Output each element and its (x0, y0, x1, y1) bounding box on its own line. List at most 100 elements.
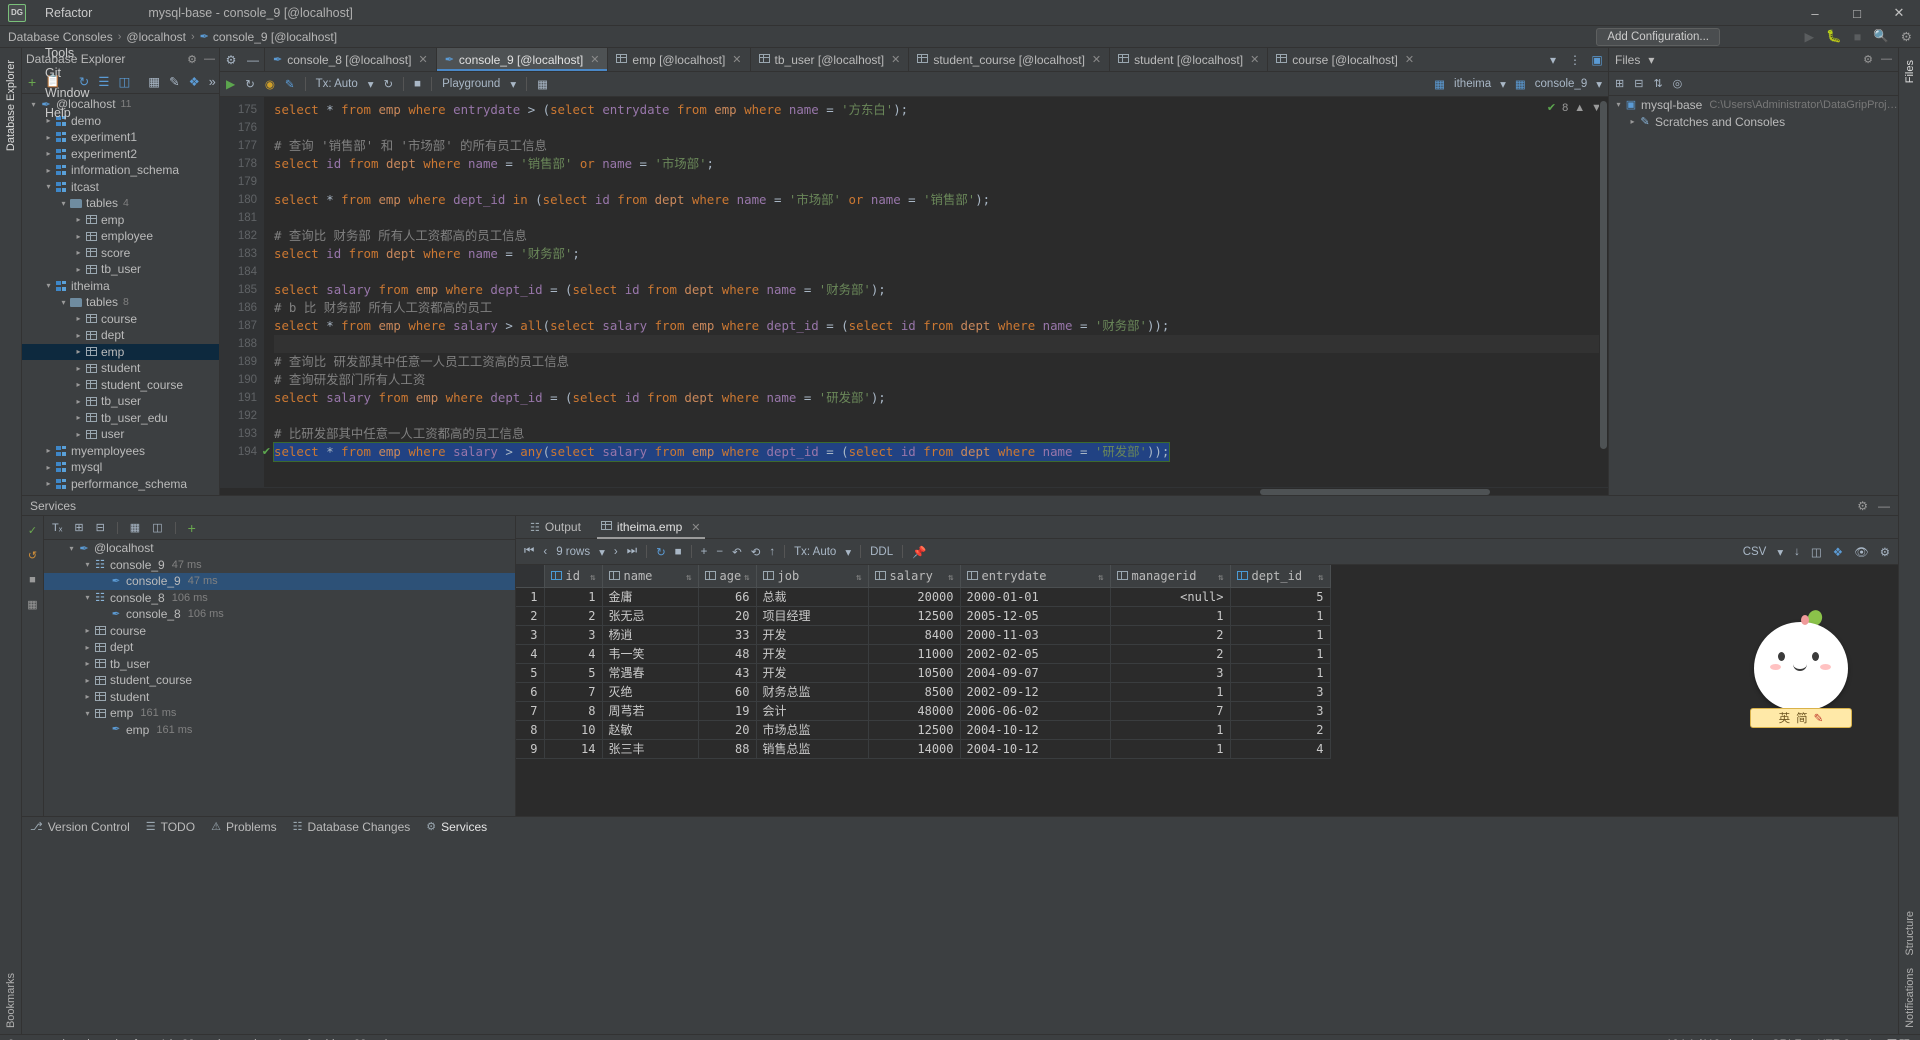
tab-hide-icon[interactable]: ― (242, 48, 264, 71)
sort-icon[interactable]: ⇅ (1098, 573, 1103, 583)
grid-cell-id[interactable]: 2 (544, 606, 603, 626)
services-node[interactable]: ▸ dept (44, 639, 515, 656)
editor-tab-student_course[interactable]: student_course [@localhost] ✕ (908, 48, 1109, 71)
db-tree-node[interactable]: ▸ course (22, 311, 219, 328)
tab-list-chevron-icon[interactable]: ▾ (1542, 48, 1564, 71)
grid-cell-id[interactable]: 1 (544, 587, 603, 607)
stop-icon[interactable]: ■ (1854, 30, 1862, 44)
grid-cell-job[interactable]: 财务总监 (756, 682, 869, 702)
chevron-right-icon[interactable]: ▸ (82, 659, 93, 668)
chevron-right-icon[interactable]: ▸ (73, 248, 84, 257)
stop-icon[interactable]: ■ (29, 574, 36, 586)
chevron-down-icon[interactable]: ▾ (1648, 53, 1654, 67)
grid-cell-job[interactable]: 会计 (756, 701, 869, 721)
code-line[interactable] (274, 335, 1608, 353)
sort-icon[interactable]: ⇅ (856, 573, 861, 583)
grid-cell-age[interactable]: 43 (698, 663, 757, 683)
grid-cell-salary[interactable]: 20000 (868, 587, 961, 607)
close-icon[interactable]: ✕ (1092, 53, 1101, 66)
services-node[interactable]: ▾ ☷ console_9 47 ms (44, 557, 515, 574)
grid-cell-name[interactable]: 常遇春 (602, 663, 699, 683)
code-editor[interactable]: 175 176 177 178 179 180 181 182 183 184 185 186 187 1… (220, 97, 1608, 487)
grid-cell-job[interactable]: 开发 (756, 663, 869, 683)
settings-icon[interactable]: ⚙ (1901, 29, 1912, 44)
grid-icon[interactable]: ▦ (537, 77, 548, 91)
grid-cell-dept_id[interactable]: 1 (1230, 644, 1331, 664)
explain-plan-icon[interactable]: ◉ (265, 77, 275, 91)
chevron-down-icon[interactable]: ▾ (845, 545, 851, 559)
grid-cell-entrydate[interactable]: 2004-09-07 (960, 663, 1111, 683)
settings-icon[interactable]: ⚙ (1880, 545, 1890, 559)
grid-cell-entrydate[interactable]: 2004-10-12 (960, 720, 1111, 740)
close-icon[interactable]: ✕ (732, 53, 741, 66)
db-tree-node[interactable]: ▸ experiment2 (22, 146, 219, 163)
db-tree-node[interactable]: ▾ tables 4 (22, 195, 219, 212)
grid-body[interactable]: 1 1 金庸 66 总裁 20000 2000-01-01 <null> 5 2 2 张无忌 20 项目经… (516, 587, 1331, 759)
gear-icon[interactable]: ⚙ (187, 53, 197, 66)
add-icon[interactable]: + (188, 520, 196, 536)
code-line[interactable]: # 查询 '销售部' 和 '市场部' 的所有员工信息 (274, 137, 1608, 155)
db-tree-node[interactable]: ▸school (22, 492, 219, 495)
gear-icon[interactable]: ⚙ (1863, 53, 1873, 66)
grid-cell-age[interactable]: 33 (698, 625, 757, 645)
database-tree[interactable]: ▾ ✒ @localhost 11 ▸ demo ▸ experiment1 ▸ experime… (22, 94, 219, 495)
code-line[interactable]: select id from dept where name = '销售部' o… (274, 155, 1608, 173)
grid-cell-job[interactable]: 市场总监 (756, 720, 869, 740)
grid-cell-name[interactable]: 金庸 (602, 587, 699, 607)
add-configuration-button[interactable]: Add Configuration... (1596, 28, 1720, 46)
db-tree-node[interactable]: ▾ itheima (22, 278, 219, 295)
grid-cell-id[interactable]: 14 (544, 739, 603, 759)
locate-icon[interactable]: ◎ (1673, 77, 1683, 90)
debug-icon[interactable]: 🐛 (1826, 29, 1842, 44)
sort-icon[interactable]: ⇅ (1218, 573, 1223, 583)
files-tree-node[interactable]: ▸ ✎ Scratches and Consoles (1609, 113, 1898, 130)
services-node[interactable]: ▾ ✒ @localhost (44, 540, 515, 557)
sidebar-tab-structure[interactable]: Structure (1901, 905, 1919, 962)
code-line[interactable]: select * from emp where salary > all(sel… (274, 317, 1608, 335)
revert-all-button[interactable]: ⟲ (751, 545, 761, 559)
chevron-right-icon[interactable]: ▸ (73, 215, 84, 224)
execute-icon[interactable]: ▶ (226, 77, 235, 91)
add-icon[interactable]: + (28, 74, 36, 90)
compare-icon[interactable]: ❖ (1833, 545, 1843, 559)
sort-icon[interactable]: ⇅ (686, 573, 691, 583)
run-icon[interactable]: ▶ (1804, 29, 1814, 44)
chevron-right-icon[interactable]: ▸ (73, 265, 84, 274)
grid-row[interactable]: 4 4 韦一笑 48 开发 11000 2002-02-05 2 1 (516, 644, 1331, 664)
code-line[interactable] (274, 209, 1608, 227)
chevron-right-icon[interactable]: ▸ (73, 364, 84, 373)
chevron-down-icon[interactable]: ▾ (58, 298, 69, 307)
grid-icon[interactable]: ▦ (27, 598, 37, 611)
stop-button[interactable]: ■ (675, 546, 682, 558)
grid-cell-dept_id[interactable]: 2 (1230, 720, 1331, 740)
code-line[interactable]: # 查询研发部门所有人工资 (274, 371, 1608, 389)
db-tree-node[interactable]: ▾ tables 8 (22, 294, 219, 311)
chevron-right-icon[interactable]: ▸ (1627, 117, 1638, 126)
collapse-icon[interactable]: ― (204, 53, 215, 66)
maximize-button[interactable]: □ (1836, 0, 1878, 26)
chevron-right-icon[interactable]: ▸ (43, 133, 54, 142)
db-tree-node[interactable]: ▸ mysql (22, 459, 219, 476)
chevron-down-icon[interactable]: ▾ (1500, 77, 1506, 91)
code-line[interactable]: select salary from emp where dept_id = (… (274, 389, 1608, 407)
db-tree-node[interactable]: ▸ tb_user (22, 393, 219, 410)
grid-row[interactable]: 6 7 灭绝 60 财务总监 8500 2002-09-12 1 3 (516, 682, 1331, 702)
chevron-right-icon[interactable]: ▸ (73, 430, 84, 439)
close-icon[interactable]: ✕ (891, 53, 900, 66)
result-grid[interactable]: id ⇅ name ⇅ age ⇅ job ⇅ salary ⇅ entrydate ⇅ manager… (516, 565, 1331, 759)
tool-window-todo[interactable]: ☰ TODO (146, 820, 195, 834)
add-row-button[interactable]: + (701, 546, 708, 558)
refresh-button[interactable]: ↻ (656, 545, 666, 559)
menu-help[interactable]: Help (36, 103, 103, 123)
expand-icon[interactable]: ⊞ (1615, 77, 1624, 90)
chevron-right-icon[interactable]: ▸ (43, 446, 54, 455)
grid-cell-name[interactable]: 周芎若 (602, 701, 699, 721)
services-node[interactable]: ▾ emp 161 ms (44, 705, 515, 722)
db-tree-node[interactable]: ▸ myemployees (22, 443, 219, 460)
grid-cell-dept_id[interactable]: 1 (1230, 606, 1331, 626)
console-selector[interactable]: console_9 (1535, 78, 1587, 90)
breadcrumb-item-0[interactable]: Database Consoles (8, 30, 113, 44)
grid-cell-age[interactable]: 60 (698, 682, 757, 702)
grid-cell-managerid[interactable]: 3 (1110, 663, 1231, 683)
grid-cell-id[interactable]: 3 (544, 625, 603, 645)
